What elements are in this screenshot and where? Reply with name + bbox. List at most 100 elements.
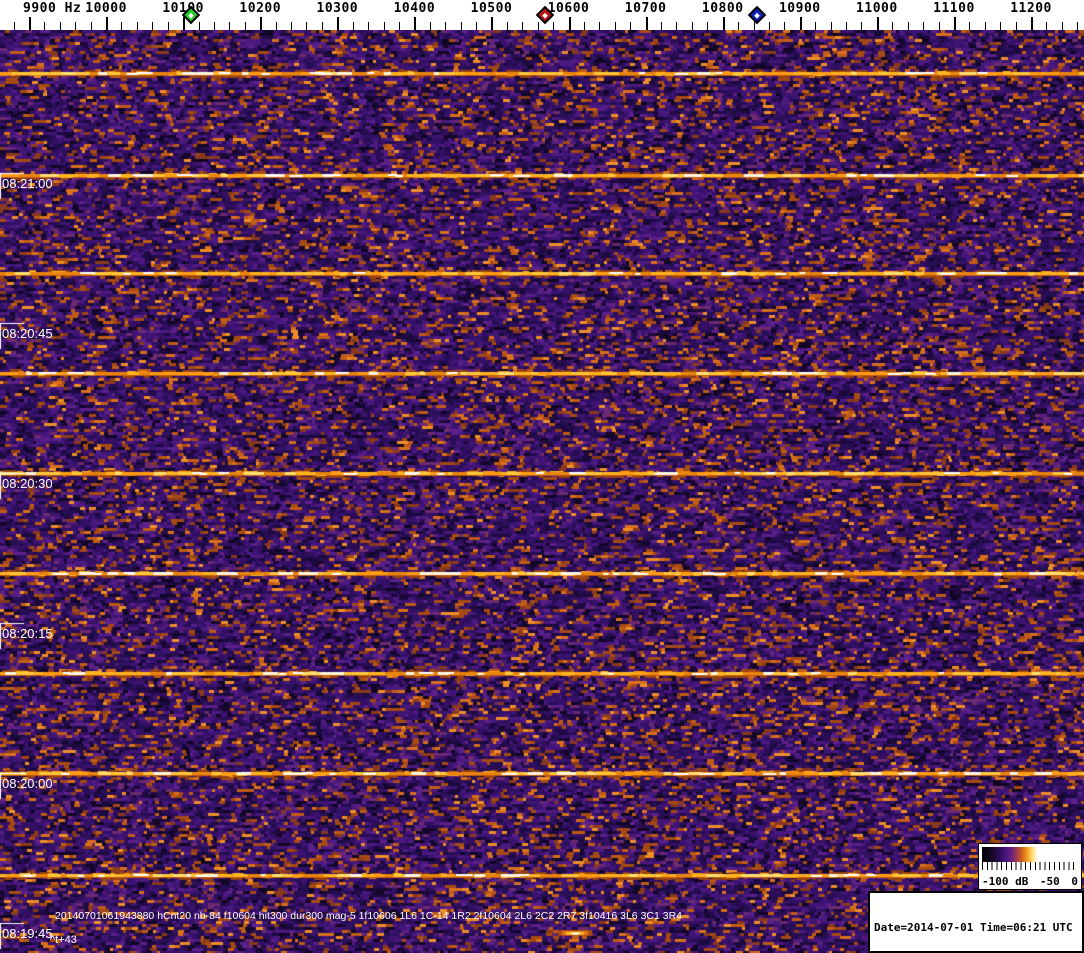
freq-tick xyxy=(491,17,494,30)
freq-tick xyxy=(460,22,462,30)
gradient-tick-marks xyxy=(982,862,1078,870)
freq-tick xyxy=(630,22,632,30)
freq-tick xyxy=(522,22,524,30)
freq-tick xyxy=(583,22,585,30)
freq-tick xyxy=(106,17,109,30)
scale-mid-label: -50 xyxy=(1039,875,1060,888)
freq-tick xyxy=(1031,17,1034,30)
freq-tick xyxy=(213,22,215,30)
freq-tick xyxy=(969,22,971,30)
freq-tick xyxy=(1000,22,1002,30)
time-label: 08:20:30 xyxy=(2,476,53,491)
freq-label: 10600 xyxy=(547,1,590,16)
meteor-spectrogram-app: 9900 Hz 10000 10100 10200 10300 10400 10500 106… xyxy=(0,0,1084,953)
freq-tick xyxy=(707,22,709,30)
freq-tick xyxy=(923,22,925,30)
freq-tick xyxy=(938,22,940,30)
detection-parameters-text: 20140701061943880 hCnt20 nb-84 f10604 hi… xyxy=(55,910,683,922)
color-gradient-bar xyxy=(982,847,1078,862)
freq-tick xyxy=(599,22,601,30)
freq-label: 10300 xyxy=(316,1,359,16)
freq-tick xyxy=(198,22,200,30)
freq-label: 10500 xyxy=(470,1,513,16)
freq-tick xyxy=(429,22,431,30)
freq-label: 10900 xyxy=(778,1,821,16)
freq-tick xyxy=(907,22,909,30)
db-color-scale: -100 dB -50 0 xyxy=(978,843,1082,890)
freq-tick xyxy=(537,22,539,30)
freq-tick xyxy=(414,17,417,30)
observation-info-box: Date=2014-07-01 Time=06:21 UTC Freq=143 … xyxy=(868,891,1084,953)
info-date-time: Date=2014-07-01 Time=06:21 UTC xyxy=(874,921,1073,935)
freq-label: 11100 xyxy=(933,1,975,16)
time-label: 08:19:45 xyxy=(2,926,53,941)
freq-tick xyxy=(398,22,400,30)
freq-tick xyxy=(306,22,308,30)
time-label: 08:20:45 xyxy=(2,326,53,341)
freq-label: 10800 xyxy=(701,1,744,16)
marker-blue-diamond[interactable] xyxy=(748,5,767,25)
freq-tick xyxy=(229,22,231,30)
freq-tick xyxy=(1015,22,1017,30)
freq-tick xyxy=(445,22,447,30)
freq-tick xyxy=(260,17,263,30)
freq-tick xyxy=(476,22,478,30)
freq-tick xyxy=(815,22,817,30)
freq-tick xyxy=(568,17,571,30)
freq-tick xyxy=(722,17,725,30)
freq-tick xyxy=(876,17,879,30)
freq-tick xyxy=(13,22,15,30)
freq-tick xyxy=(152,22,154,30)
freq-tick xyxy=(799,17,802,30)
freq-tick xyxy=(661,22,663,30)
freq-tick xyxy=(275,22,277,30)
freq-tick xyxy=(121,22,123,30)
freq-tick xyxy=(892,22,894,30)
gradient-scale-labels: -100 dB -50 0 xyxy=(979,875,1081,888)
freq-tick xyxy=(861,22,863,30)
time-label: 08:21:00 xyxy=(2,176,53,191)
freq-label: 11200 xyxy=(1010,1,1052,16)
frequency-ruler: 9900 Hz 10000 10100 10200 10300 10400 10500 106… xyxy=(0,0,1084,30)
freq-tick xyxy=(768,22,770,30)
freq-tick xyxy=(75,22,77,30)
freq-tick xyxy=(691,22,693,30)
freq-tick xyxy=(1077,22,1079,30)
freq-tick xyxy=(167,22,169,30)
scale-max-label: 0 xyxy=(1071,875,1078,888)
freq-tick xyxy=(953,17,956,30)
freq-tick xyxy=(1046,22,1048,30)
freq-tick xyxy=(984,22,986,30)
freq-tick xyxy=(614,22,616,30)
freq-tick xyxy=(244,22,246,30)
freq-label: 9900 Hz xyxy=(23,1,82,16)
freq-label: 11000 xyxy=(856,1,898,16)
freq-label: 10400 xyxy=(393,1,436,16)
freq-tick xyxy=(59,22,61,30)
freq-tick xyxy=(291,22,293,30)
scale-min-label: -100 dB xyxy=(982,875,1029,888)
time-label: 08:20:15 xyxy=(2,626,53,641)
time-cursor-note: ^t+43 xyxy=(50,934,77,946)
spectrogram-waterfall[interactable] xyxy=(0,30,1084,953)
freq-tick xyxy=(645,17,648,30)
time-label: 08:20:00 xyxy=(2,776,53,791)
freq-tick xyxy=(830,22,832,30)
freq-tick xyxy=(383,22,385,30)
freq-tick xyxy=(738,22,740,30)
freq-tick xyxy=(337,17,340,30)
freq-tick xyxy=(846,22,848,30)
freq-label: 10000 xyxy=(85,1,127,16)
freq-tick xyxy=(90,22,92,30)
freq-tick xyxy=(29,17,31,30)
freq-label: 10200 xyxy=(239,1,282,16)
freq-label: 10700 xyxy=(624,1,667,16)
freq-tick xyxy=(753,22,755,30)
freq-tick xyxy=(784,22,786,30)
freq-tick xyxy=(352,22,354,30)
freq-tick xyxy=(321,22,323,30)
freq-tick xyxy=(506,22,508,30)
freq-tick xyxy=(44,22,46,30)
freq-tick xyxy=(676,22,678,30)
freq-tick xyxy=(136,22,138,30)
